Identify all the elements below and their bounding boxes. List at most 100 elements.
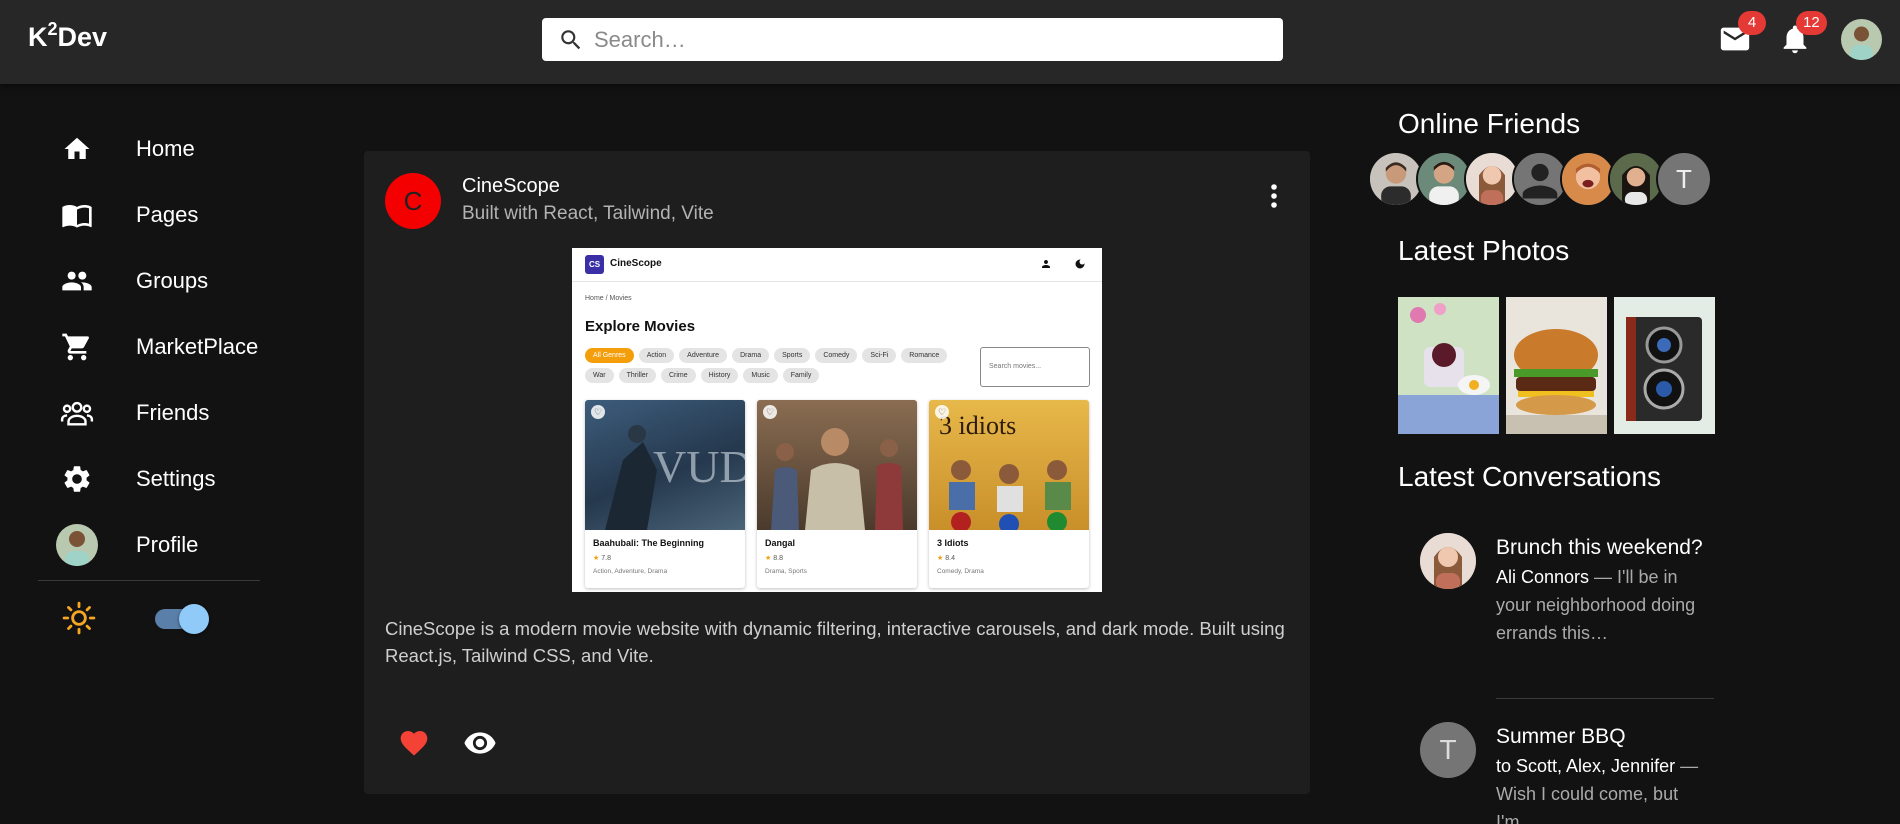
genre-chip: Comedy	[815, 348, 858, 363]
photo-burger[interactable]	[1506, 297, 1607, 434]
online-friends-title: Online Friends	[1398, 108, 1581, 139]
post-actions	[394, 723, 500, 763]
toggle-knob	[179, 604, 209, 634]
home-icon	[60, 132, 94, 166]
genre-chip: Action	[638, 348, 675, 363]
view-button[interactable]	[460, 723, 500, 763]
sidebar-item-settings[interactable]: Settings	[38, 446, 260, 512]
genre-chips: All Genres Action Adventure Drama Sports…	[585, 348, 975, 383]
conversation-preview: to Scott, Alex, Jennifer — Wish I could …	[1496, 756, 1699, 824]
friends-icon	[60, 396, 94, 430]
book-icon	[60, 198, 94, 232]
mail-badge: 4	[1738, 11, 1766, 35]
dark-mode-toggle[interactable]	[155, 604, 209, 634]
post-avatar[interactable]: C	[385, 173, 441, 229]
genre-chip: War	[585, 368, 614, 383]
movie-rating: ★ 8.4	[937, 555, 955, 562]
mail-button[interactable]: 4	[1718, 11, 1766, 58]
sidebar-item-label: Profile	[136, 532, 199, 557]
post-description: CineScope is a modern movie website with…	[385, 618, 1285, 666]
svg-text:3 idiots: 3 idiots	[939, 411, 1016, 440]
search-box	[542, 18, 1283, 61]
sidebar-item-label: Home	[136, 136, 195, 161]
post-subtitle: Built with React, Tailwind, Vite	[462, 203, 714, 224]
friend-avatar-letter[interactable]: T	[1656, 151, 1712, 207]
avatar	[56, 524, 98, 566]
genre-chip: Family	[782, 368, 820, 383]
genre-chip: Sports	[774, 348, 811, 363]
photo-camera[interactable]	[1614, 297, 1715, 434]
movie-grid: VUD ♡ Baahubali: The Beginning ★ 7.8 Act…	[585, 400, 1089, 588]
preview-breadcrumb: Home / Movies	[585, 295, 632, 302]
preview-header: CS CineScope	[572, 248, 1102, 282]
sidebar-item-home[interactable]: Home	[38, 116, 260, 182]
genre-chip: Sci-Fi	[862, 348, 897, 363]
sidebar-item-pages[interactable]: Pages	[38, 182, 260, 248]
eye-icon	[464, 732, 496, 754]
notifications-button[interactable]: 12	[1778, 11, 1827, 58]
user-icon	[1042, 260, 1050, 268]
user-avatar[interactable]	[1841, 19, 1882, 60]
conversation-sender: Ali Connors	[1496, 567, 1590, 587]
favorite-icon: ♡	[763, 405, 777, 419]
preview-search: Search movies...	[980, 347, 1090, 387]
post-title: CineScope	[462, 175, 560, 197]
cart-icon	[60, 330, 94, 364]
preview-heading: Explore Movies	[585, 318, 696, 335]
movie-genres: Drama, Sports	[765, 568, 807, 575]
genre-chip: History	[700, 368, 739, 383]
latest-photos	[1398, 297, 1715, 434]
app-logo[interactable]: K2Dev	[28, 19, 107, 53]
conversation-title: Summer BBQ	[1496, 725, 1626, 748]
movie-poster: ♡	[757, 400, 917, 530]
movie-title: Dangal	[765, 538, 796, 548]
sidebar-item-groups[interactable]: Groups	[38, 248, 260, 314]
conversation-sender: to Scott, Alex, Jennifer	[1496, 756, 1676, 776]
conversation-avatar-letter: T	[1420, 722, 1476, 778]
post-image[interactable]: CS CineScope Home / Movies Explore Movie…	[572, 248, 1102, 592]
sidebar-item-marketplace[interactable]: MarketPlace	[38, 314, 260, 380]
conversation-body: Summer BBQ to Scott, Alex, Jennifer — Wi…	[1496, 722, 1716, 824]
conversation-divider	[1496, 698, 1714, 699]
more-options-button[interactable]	[1262, 180, 1286, 212]
genre-chip: Adventure	[679, 348, 728, 363]
genre-chip: Thriller	[618, 368, 656, 383]
movie-poster: VUD ♡	[585, 400, 745, 530]
movie-title: 3 Idiots	[937, 538, 969, 548]
movie-card: VUD ♡ Baahubali: The Beginning ★ 7.8 Act…	[585, 400, 745, 588]
movie-genres: Action, Adventure, Drama	[593, 568, 668, 575]
sidebar-item-label: Groups	[136, 268, 209, 293]
sidebar-item-label: Pages	[136, 202, 199, 227]
movie-card: ♡ Dangal ★ 8.8 Drama, Sports	[757, 400, 917, 588]
movie-rating: ★ 8.8	[765, 555, 783, 562]
sidebar-item-label: Friends	[136, 400, 210, 425]
genre-chip: Romance	[901, 348, 948, 363]
genre-chip: Drama	[732, 348, 770, 363]
notifications-badge: 12	[1796, 11, 1827, 35]
movie-card: 3 idiots ♡ 3 Idiots ★ 8.4 Comedy, Drama	[929, 400, 1089, 588]
svg-text:VUD: VUD	[653, 441, 745, 492]
photo-breakfast[interactable]	[1398, 297, 1499, 434]
more-vert-icon	[1271, 184, 1277, 208]
favorite-icon: ♡	[591, 405, 605, 419]
conversation-title: Brunch this weekend?	[1496, 536, 1703, 559]
sidebar-item-label: Settings	[136, 466, 216, 491]
search-input[interactable]	[594, 18, 1264, 61]
sidebar-item-profile[interactable]: Profile	[38, 512, 260, 578]
sun-icon	[62, 601, 96, 640]
latest-conversations-title: Latest Conversations	[1398, 461, 1662, 492]
latest-photos-title: Latest Photos	[1398, 235, 1570, 266]
movie-rating: ★ 7.8	[593, 555, 611, 562]
movie-genres: Comedy, Drama	[937, 568, 984, 575]
genre-chip: Crime	[660, 368, 696, 383]
genre-chip: Music	[743, 368, 778, 383]
sidebar-item-friends[interactable]: Friends	[38, 380, 260, 446]
conversation-body: Brunch this weekend? Ali Connors — I'll …	[1496, 533, 1716, 647]
theme-row	[38, 581, 260, 657]
conversation-avatar	[1420, 533, 1476, 589]
like-button[interactable]	[394, 723, 434, 763]
moon-icon	[1075, 259, 1085, 269]
sidebar: Home Pages Groups MarketPlace Friends Se…	[38, 116, 260, 657]
movie-poster: 3 idiots ♡	[929, 400, 1089, 534]
top-app-bar: K2Dev 4 12	[0, 0, 1900, 84]
